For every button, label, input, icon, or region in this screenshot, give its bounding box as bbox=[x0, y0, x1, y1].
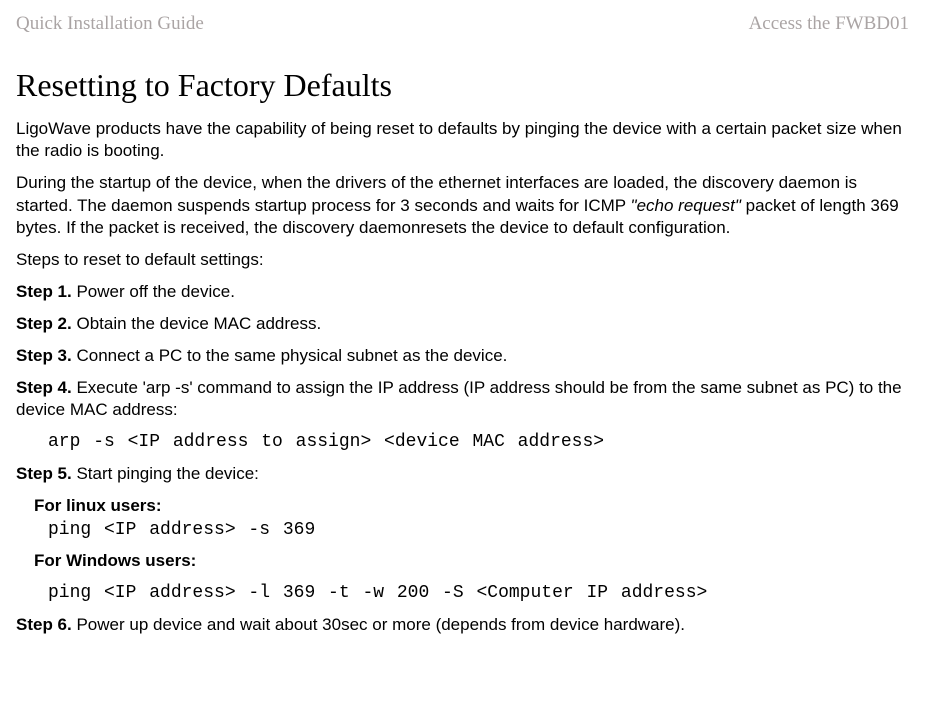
step-6-label: Step 6. bbox=[16, 615, 72, 634]
step-3: Step 3. Connect a PC to the same physica… bbox=[16, 345, 909, 367]
step-2-label: Step 2. bbox=[16, 314, 72, 333]
step-1-text: Power off the device. bbox=[72, 282, 235, 301]
windows-code: ping <IP address> -l 369 -t -w 200 -S <C… bbox=[48, 582, 909, 605]
step-2: Step 2. Obtain the device MAC address. bbox=[16, 313, 909, 335]
steps-intro: Steps to reset to default settings: bbox=[16, 249, 909, 271]
step-6-text: Power up device and wait about 30sec or … bbox=[72, 615, 685, 634]
step-4: Step 4. Execute 'arp -s' command to assi… bbox=[16, 377, 909, 421]
step-4-label: Step 4. bbox=[16, 378, 72, 397]
intro-paragraph-1: LigoWave products have the capability of… bbox=[16, 118, 909, 162]
header-right: Access the FWBD01 bbox=[749, 12, 909, 37]
step-2-text: Obtain the device MAC address. bbox=[72, 314, 321, 333]
page-title: Resetting to Factory Defaults bbox=[16, 65, 909, 107]
step-1-label: Step 1. bbox=[16, 282, 72, 301]
step-3-label: Step 3. bbox=[16, 346, 72, 365]
linux-code: ping <IP address> -s 369 bbox=[48, 519, 909, 542]
page-header: Quick Installation Guide Access the FWBD… bbox=[16, 12, 909, 37]
step-5: Step 5. Start pinging the device: bbox=[16, 463, 909, 485]
step-5-text: Start pinging the device: bbox=[72, 464, 259, 483]
windows-label: For Windows users: bbox=[34, 550, 909, 572]
linux-label: For linux users: bbox=[34, 495, 909, 517]
windows-block: For Windows users: ping <IP address> -l … bbox=[34, 550, 909, 605]
header-left: Quick Installation Guide bbox=[16, 12, 204, 37]
step-5-label: Step 5. bbox=[16, 464, 72, 483]
linux-block: For linux users: ping <IP address> -s 36… bbox=[34, 495, 909, 542]
intro2-echo-request: "echo request" bbox=[631, 196, 741, 215]
step-6: Step 6. Power up device and wait about 3… bbox=[16, 614, 909, 636]
intro-paragraph-2: During the startup of the device, when t… bbox=[16, 172, 909, 238]
step-4-text: Execute 'arp -s' command to assign the I… bbox=[16, 378, 902, 419]
step-1: Step 1. Power off the device. bbox=[16, 281, 909, 303]
step-4-code: arp -s <IP address to assign> <device MA… bbox=[48, 431, 909, 454]
step-3-text: Connect a PC to the same physical subnet… bbox=[72, 346, 508, 365]
